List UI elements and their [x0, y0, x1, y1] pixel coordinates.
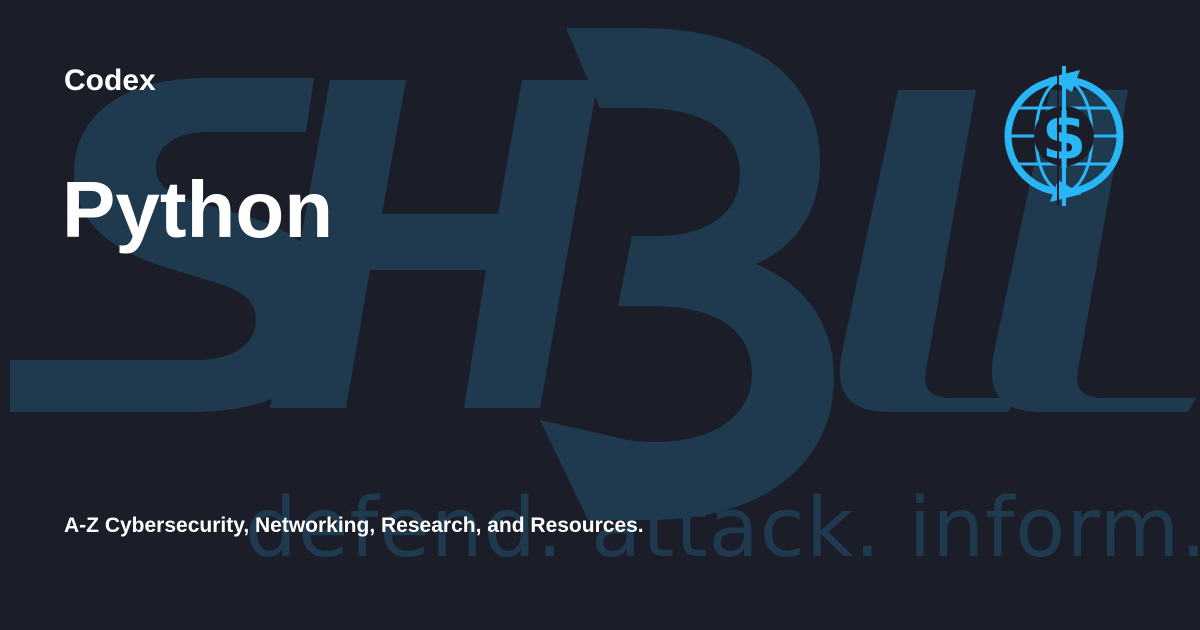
- watermark-letter-l1: [839, 90, 1016, 412]
- shell-dollar-globe-icon: $: [1004, 66, 1124, 206]
- page-description: A-Z Cybersecurity, Networking, Research,…: [64, 514, 644, 537]
- page-title: Python: [62, 165, 334, 254]
- site-name: Codex: [64, 64, 156, 97]
- social-card: defend. attack. inform. Codex Python A-Z…: [0, 0, 1200, 630]
